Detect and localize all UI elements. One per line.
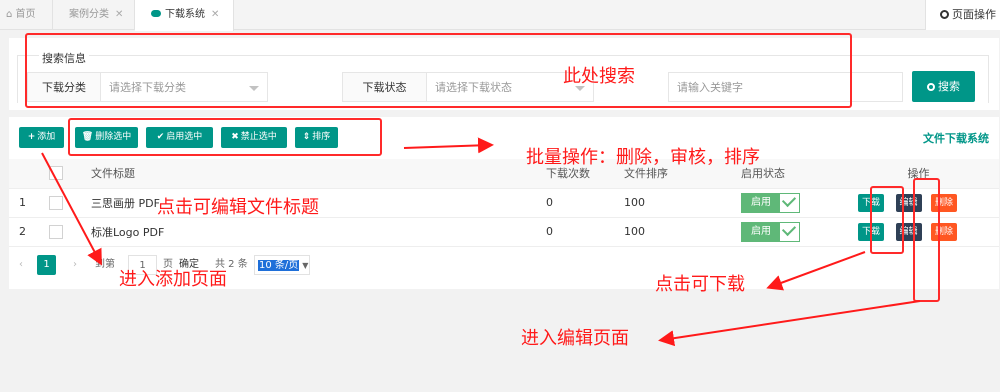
- circle-dot-icon: [940, 10, 949, 19]
- cloud-download-icon: [151, 10, 161, 17]
- page-operations-label: 页面操作: [952, 8, 996, 21]
- row-select-cell: [39, 188, 81, 218]
- status-switch-label: 启用: [742, 193, 780, 212]
- page-size-value: 10 条/页: [258, 260, 300, 271]
- tab-case-label: 案例分类: [69, 9, 109, 20]
- close-icon[interactable]: ✕: [211, 9, 219, 20]
- close-icon[interactable]: ✕: [115, 9, 123, 20]
- home-icon: ⌂: [6, 9, 13, 20]
- row-status-cell: 启用: [731, 188, 838, 218]
- row-checkbox[interactable]: [49, 195, 63, 210]
- table-row: 2 标准Logo PDF 0 100 启用 下载 编辑 删除: [9, 217, 999, 247]
- select-all-cell: [39, 159, 81, 189]
- row-downloads: 0: [536, 188, 614, 218]
- system-title: 文件下载系统: [923, 132, 989, 145]
- status-switch[interactable]: 启用: [741, 192, 800, 213]
- row-order[interactable]: 100: [614, 188, 731, 218]
- tab-home[interactable]: ⌂ 首页: [0, 0, 53, 30]
- add-button[interactable]: + 添加: [19, 127, 64, 148]
- select-all-checkbox[interactable]: [49, 166, 63, 181]
- row-index: 1: [9, 188, 39, 218]
- annotation-edit-title: 点击可编辑文件标题: [157, 197, 319, 218]
- table-header-row: 文件标题 下载次数 文件排序 启用状态 操作: [9, 159, 999, 189]
- page-size-select[interactable]: 10 条/页 ▼: [254, 255, 310, 275]
- annotation-batch-ops: 批量操作：删除，审核，排序: [526, 147, 760, 168]
- current-page[interactable]: 1: [37, 255, 56, 275]
- row-order[interactable]: 100: [614, 217, 731, 247]
- index-header: [9, 159, 39, 189]
- tab-download-label: 下载系统: [165, 9, 205, 20]
- chevron-down-icon: ▼: [302, 261, 309, 270]
- edit-highlight-box: [913, 178, 940, 302]
- tab-download-system[interactable]: 下载系统 ✕: [135, 0, 234, 31]
- search-icon: [927, 83, 935, 91]
- arrow-edit: [658, 300, 921, 347]
- row-title[interactable]: 标准Logo PDF: [81, 217, 536, 247]
- tab-home-label: 首页: [15, 9, 36, 20]
- row-checkbox[interactable]: [49, 224, 63, 239]
- tab-bar: ⌂ 首页 案例分类 ✕ 下载系统 ✕ 页面操作: [0, 0, 1000, 31]
- annotation-click-download: 点击可下载: [655, 274, 745, 295]
- prev-page-button[interactable]: ‹: [19, 255, 23, 275]
- row-downloads: 0: [536, 217, 614, 247]
- check-icon: [781, 192, 797, 207]
- search-button[interactable]: 搜索: [912, 71, 975, 102]
- annotation-enter-add: 进入添加页面: [119, 269, 227, 290]
- row-select-cell: [39, 217, 81, 247]
- status-switch-label: 启用: [742, 222, 780, 241]
- search-highlight-box: [25, 33, 852, 108]
- search-button-label: 搜索: [938, 80, 960, 93]
- status-switch[interactable]: 启用: [741, 221, 800, 242]
- goto-prefix: 到第: [95, 259, 115, 270]
- annotation-enter-edit: 进入编辑页面: [521, 328, 629, 349]
- add-button-label: 添加: [37, 132, 56, 142]
- plus-icon: +: [27, 132, 36, 142]
- download-highlight-box: [870, 186, 904, 254]
- row-status-cell: 启用: [731, 217, 838, 247]
- batch-highlight-box: [68, 118, 382, 156]
- next-page-button[interactable]: ›: [73, 255, 77, 275]
- row-index: 2: [9, 217, 39, 247]
- title-header: 文件标题: [81, 159, 536, 189]
- annotation-search-here: 此处搜索: [563, 66, 635, 87]
- tab-case-category[interactable]: 案例分类 ✕: [53, 0, 135, 30]
- check-icon: [781, 221, 797, 236]
- page-operations-button[interactable]: 页面操作: [925, 0, 1000, 30]
